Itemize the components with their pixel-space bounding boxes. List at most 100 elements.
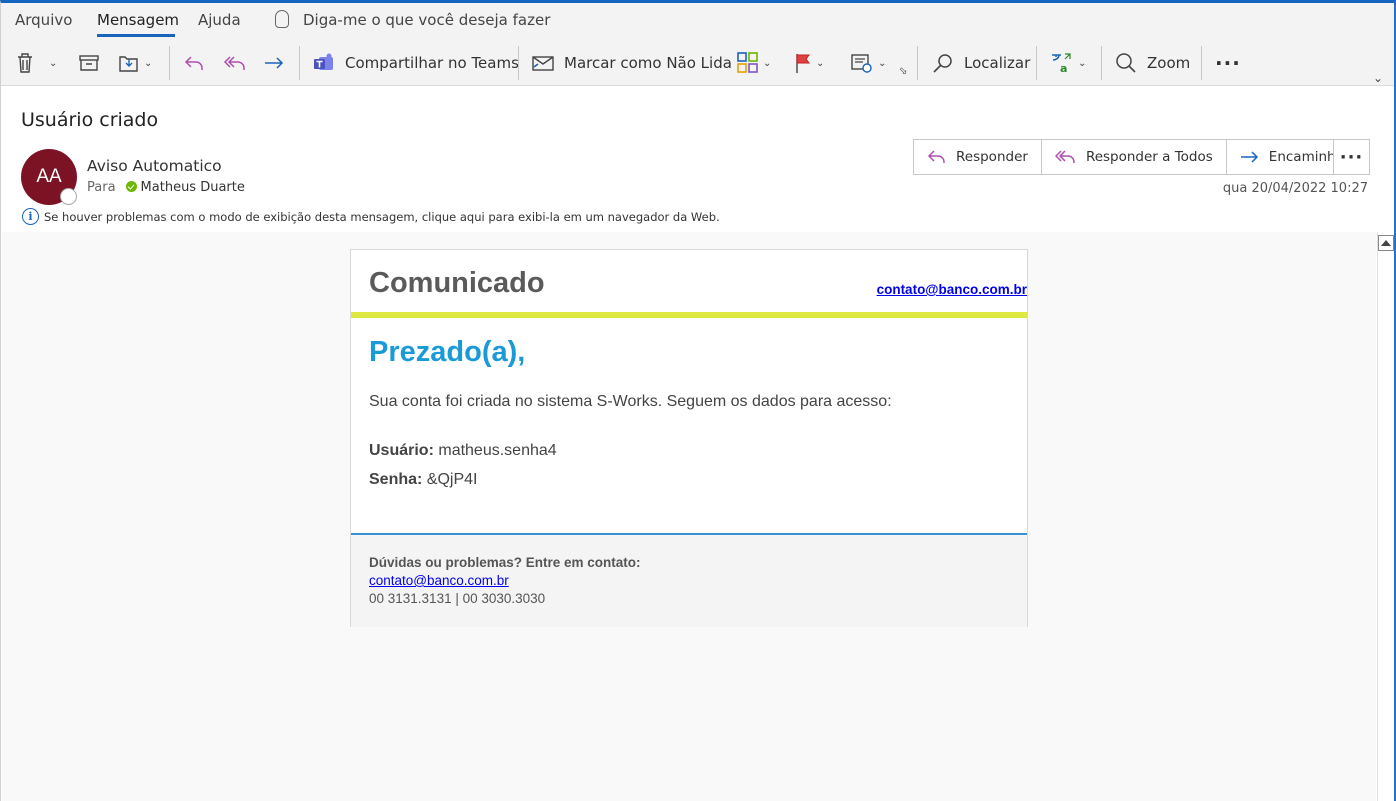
tell-me-text: Diga-me o que você deseja fazer xyxy=(303,11,551,29)
email-body-text: Sua conta foi criada no sistema S-Works.… xyxy=(369,393,892,410)
reply-button[interactable]: Responder xyxy=(914,140,1042,174)
translate-button[interactable]: a ⌄ xyxy=(1050,43,1086,83)
chevron-down-icon[interactable]: ⌄ xyxy=(878,58,886,69)
translate-icon: a xyxy=(1052,53,1071,74)
mark-unread-label: Marcar como Não Lida xyxy=(564,54,732,72)
mark-unread-icon xyxy=(532,56,554,71)
lightbulb-icon xyxy=(275,10,289,28)
toolbar-divider xyxy=(1036,46,1037,80)
password-value: &QjP4I xyxy=(426,471,478,488)
ribbon-tabs: Arquivo Mensagem Ajuda Diga-me o que voc… xyxy=(1,3,1394,39)
flag-icon xyxy=(796,54,810,73)
email-greeting: Prezado(a), xyxy=(369,336,526,368)
reply-all-label: Responder a Todos xyxy=(1085,149,1213,165)
password-field: Senha: &QjP4I xyxy=(369,471,477,489)
toolbar-divider xyxy=(1201,46,1202,80)
more-icon[interactable]: ··· xyxy=(1215,43,1241,83)
tab-mensagem[interactable]: Mensagem xyxy=(97,11,179,29)
ribbon-collapse-chevron-icon[interactable]: ⌄ xyxy=(1373,71,1383,85)
chevron-down-icon[interactable]: ⌄ xyxy=(49,58,57,69)
footer-question: Dúvidas ou problemas? Entre em contato: xyxy=(369,555,641,570)
presence-status-icon xyxy=(60,188,77,205)
chevron-down-icon[interactable]: ⌄ xyxy=(144,58,152,69)
reply-all-icon xyxy=(223,56,245,70)
find-button[interactable]: Localizar xyxy=(932,43,1030,83)
yellow-divider xyxy=(351,312,1027,318)
reply-all-toolbar-button[interactable] xyxy=(223,43,247,83)
toolbar-divider xyxy=(518,46,519,80)
message-subject: Usuário criado xyxy=(21,109,159,131)
recipient-line: Para Matheus Duarte xyxy=(87,180,245,195)
search-icon xyxy=(933,54,952,73)
find-label: Localizar xyxy=(964,54,1031,72)
delete-icon xyxy=(18,53,32,73)
forward-toolbar-button[interactable] xyxy=(263,43,285,83)
tell-me-box[interactable]: Diga-me o que você deseja fazer xyxy=(275,10,550,29)
move-icon xyxy=(119,56,138,72)
teams-icon xyxy=(314,53,333,70)
policy-button[interactable]: ⌄ xyxy=(850,43,886,83)
group-expand-icon[interactable]: ⬂ xyxy=(899,61,907,81)
vertical-scrollbar[interactable] xyxy=(1377,232,1394,801)
toolbar-divider xyxy=(917,46,918,80)
ribbon-toolbar: ⌄ ⌄ Compartilhar no Teams Marcar como Nã… xyxy=(1,43,1394,83)
message-date: qua 20/04/2022 10:27 xyxy=(1222,181,1368,196)
forward-icon xyxy=(265,57,284,69)
forward-icon xyxy=(1240,151,1258,163)
zoom-label: Zoom xyxy=(1147,54,1191,72)
user-field: Usuário: matheus.senha4 xyxy=(369,442,557,460)
to-label: Para xyxy=(87,180,116,195)
recipient-name[interactable]: Matheus Duarte xyxy=(141,180,245,195)
header-contact-link[interactable]: contato@banco.com.br xyxy=(877,282,1027,297)
reply-all-button[interactable]: Responder a Todos xyxy=(1042,140,1227,174)
categorize-icon xyxy=(737,52,758,73)
chevron-down-icon[interactable]: ⌄ xyxy=(816,58,824,69)
flag-button[interactable]: ⌄ xyxy=(794,43,824,83)
more-icon: ··· xyxy=(1339,146,1364,168)
reply-icon xyxy=(184,56,203,70)
footer-phones: 00 3131.3131 | 00 3030.3030 xyxy=(369,591,546,606)
zoom-icon xyxy=(1116,53,1136,73)
footer-contact-link[interactable]: contato@banco.com.br xyxy=(369,573,509,588)
tab-ajuda[interactable]: Ajuda xyxy=(198,11,241,29)
toolbar-divider xyxy=(169,46,170,80)
sender-name[interactable]: Aviso Automatico xyxy=(87,157,222,175)
categorize-button[interactable]: ⌄ xyxy=(737,43,771,83)
info-bar[interactable]: i Se houver problemas com o modo de exibi… xyxy=(22,208,720,225)
tab-arquivo[interactable]: Arquivo xyxy=(15,11,72,29)
chevron-down-icon[interactable]: ⌄ xyxy=(1078,58,1086,69)
mark-unread-button[interactable]: Marcar como Não Lida xyxy=(532,43,732,83)
user-value: matheus.senha4 xyxy=(438,442,557,459)
message-actions: Responder Responder a Todos Encaminhar xyxy=(913,139,1364,175)
reply-toolbar-button[interactable] xyxy=(183,43,205,83)
archive-icon xyxy=(79,55,99,71)
email-card: Comunicado contato@banco.com.br Prezado(… xyxy=(350,249,1028,627)
ribbon: Arquivo Mensagem Ajuda Diga-me o que voc… xyxy=(1,3,1394,86)
email-footer: Dúvidas ou problemas? Entre em contato: … xyxy=(351,535,1027,627)
archive-button[interactable] xyxy=(79,43,99,83)
toolbar-divider xyxy=(1101,46,1102,80)
svg-text:a: a xyxy=(1060,62,1067,74)
delete-button[interactable]: ⌄ xyxy=(15,43,57,83)
password-label: Senha: xyxy=(369,471,423,488)
recipient-online-icon xyxy=(125,181,137,192)
scroll-up-arrow-icon[interactable] xyxy=(1378,235,1394,251)
more-actions-button[interactable]: ··· xyxy=(1333,139,1370,175)
reply-label: Responder xyxy=(956,149,1028,165)
toolbar-divider xyxy=(299,46,300,80)
user-label: Usuário: xyxy=(369,442,434,459)
outlook-message-window: Arquivo Mensagem Ajuda Diga-me o que voc… xyxy=(0,0,1396,801)
active-tab-indicator xyxy=(97,34,175,37)
info-bar-text: Se houver problemas com o modo de exibiç… xyxy=(44,209,720,224)
reply-all-icon xyxy=(1054,150,1075,163)
avatar-initials: AA xyxy=(36,166,62,187)
reply-icon xyxy=(927,150,945,163)
share-teams-button[interactable]: Compartilhar no Teams xyxy=(313,43,519,83)
email-title: Comunicado xyxy=(369,267,545,299)
zoom-button[interactable]: Zoom xyxy=(1115,43,1190,83)
policy-icon xyxy=(851,54,872,73)
info-icon: i xyxy=(22,208,39,225)
share-teams-label: Compartilhar no Teams xyxy=(345,54,519,72)
move-button[interactable]: ⌄ xyxy=(118,43,152,83)
chevron-down-icon[interactable]: ⌄ xyxy=(763,58,771,69)
